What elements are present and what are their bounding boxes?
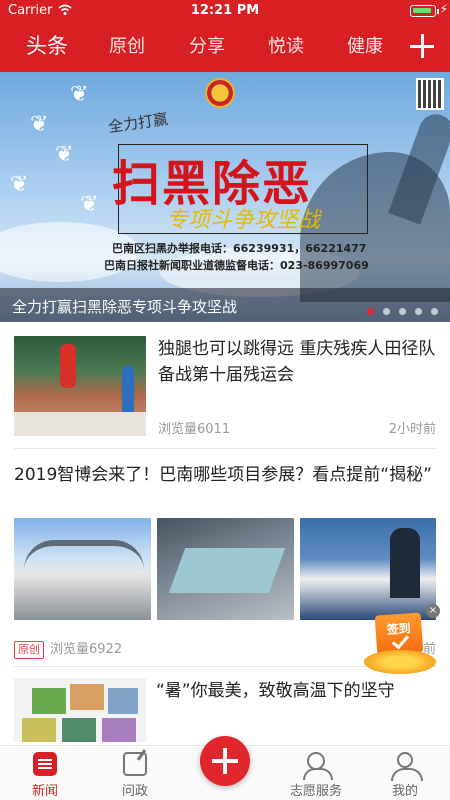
news-thumbnail — [300, 518, 436, 620]
news-title: 2019智博会来了！巴南哪些项目参展？看点提前“揭秘” — [14, 465, 432, 485]
tab-me[interactable]: 我的 — [365, 746, 445, 800]
carousel-dot[interactable] — [399, 308, 406, 315]
news-meta: 原创 浏览量6922 — [14, 638, 122, 659]
volunteer-icon — [303, 752, 333, 780]
news-feed: 独腿也可以跳得远 重庆残疾人田径队备战第十届残运会 浏览量6011 2小时前 2… — [0, 322, 450, 742]
qr-code-icon — [416, 78, 444, 110]
view-count: 浏览量6011 — [158, 422, 231, 437]
news-title: 独腿也可以跳得远 重庆残疾人田径队备战第十届残运会 — [158, 339, 436, 385]
banner-caption-text: 全力打赢扫黑除恶专项斗争攻坚战 — [12, 298, 238, 316]
news-thumbnail — [14, 518, 151, 620]
coins-icon — [364, 650, 436, 674]
publish-button[interactable] — [200, 736, 250, 786]
banner-contact-line: 巴南区扫黑办举报电话：66239931，66221477 — [112, 242, 367, 255]
tab-volunteer[interactable]: 志愿服务 — [276, 746, 356, 800]
news-thumbnail — [14, 336, 146, 436]
tab-volunteer-label: 志愿服务 — [289, 784, 342, 799]
athlete-figure — [60, 344, 76, 388]
news-icon — [33, 752, 57, 776]
photo-collage-tile — [22, 718, 56, 742]
dove-icon: ❦ — [10, 172, 29, 197]
photo-collage-tile — [70, 684, 104, 710]
publish-time: 2小时前 — [388, 422, 436, 437]
carousel-dot-active[interactable] — [367, 308, 374, 315]
photo-collage-tile — [102, 718, 136, 742]
banner-slogan: 全力打赢 — [107, 109, 170, 137]
signin-widget[interactable]: 签到 × — [362, 604, 440, 678]
tab-news-label: 新闻 — [31, 784, 58, 799]
photo-collage-tile — [108, 688, 138, 714]
banner-contact-line: 巴南日报社新闻职业道德监督电话：023-86997069 — [104, 259, 369, 272]
banner-carousel[interactable]: ❦ ❦ ❦ ❦ ❦ 全力打赢 扫黑除恶 专项斗争攻坚战 巴南区扫黑办举报电话：6… — [0, 72, 450, 322]
divider — [14, 448, 436, 449]
tab-ask-label: 问政 — [121, 784, 148, 799]
dove-icon: ❦ — [55, 142, 74, 167]
dove-icon: ❦ — [80, 192, 99, 217]
news-item[interactable]: “暑”你最美，致敬高温下的坚守 — [14, 678, 436, 742]
tab-ask[interactable]: 问政 — [95, 746, 175, 800]
tab-original[interactable]: 原创 — [109, 32, 145, 58]
tab-health[interactable]: 健康 — [347, 32, 383, 58]
tab-reading[interactable]: 悦读 — [268, 32, 304, 58]
app-header: Carrier 12:21 PM ⚡ 头条 原创 分享 悦读 健康 — [0, 0, 450, 72]
banner-subline: 专项斗争攻坚战 — [166, 208, 321, 233]
news-title: “暑”你最美，致敬高温下的坚守 — [156, 681, 395, 701]
tab-me-label: 我的 — [391, 784, 418, 799]
status-bar: Carrier 12:21 PM ⚡ — [0, 0, 450, 22]
police-emblem-icon — [205, 78, 235, 108]
add-channel-icon[interactable] — [410, 34, 434, 58]
category-nav: 头条 原创 分享 悦读 健康 — [0, 30, 450, 66]
battery-icon — [410, 5, 436, 17]
tab-share[interactable]: 分享 — [189, 32, 225, 58]
carousel-dot[interactable] — [415, 308, 422, 315]
tab-headlines[interactable]: 头条 — [26, 30, 68, 60]
charging-icon: ⚡ — [439, 2, 448, 16]
carousel-dot[interactable] — [383, 308, 390, 315]
carousel-dots — [358, 300, 438, 315]
carousel-dot[interactable] — [431, 308, 438, 315]
track-lane — [14, 412, 146, 436]
view-count: 浏览量6922 — [50, 642, 123, 657]
edit-note-icon — [123, 752, 147, 776]
building-roof — [24, 540, 144, 570]
tab-news[interactable]: 新闻 — [5, 746, 85, 800]
photo-collage-tile — [62, 718, 96, 742]
news-thumbnail — [14, 678, 146, 742]
close-icon[interactable]: × — [426, 604, 440, 618]
model-display — [168, 548, 286, 593]
dove-icon: ❦ — [30, 112, 49, 137]
original-badge: 原创 — [14, 641, 44, 659]
person-figure — [390, 528, 420, 598]
clock: 12:21 PM — [190, 3, 260, 18]
user-icon — [391, 752, 423, 781]
photo-collage-tile — [32, 688, 66, 714]
news-thumbnail — [157, 518, 294, 620]
dove-icon: ❦ — [70, 82, 89, 107]
news-item[interactable]: 独腿也可以跳得远 重庆残疾人田径队备战第十届残运会 浏览量6011 2小时前 — [14, 336, 436, 437]
